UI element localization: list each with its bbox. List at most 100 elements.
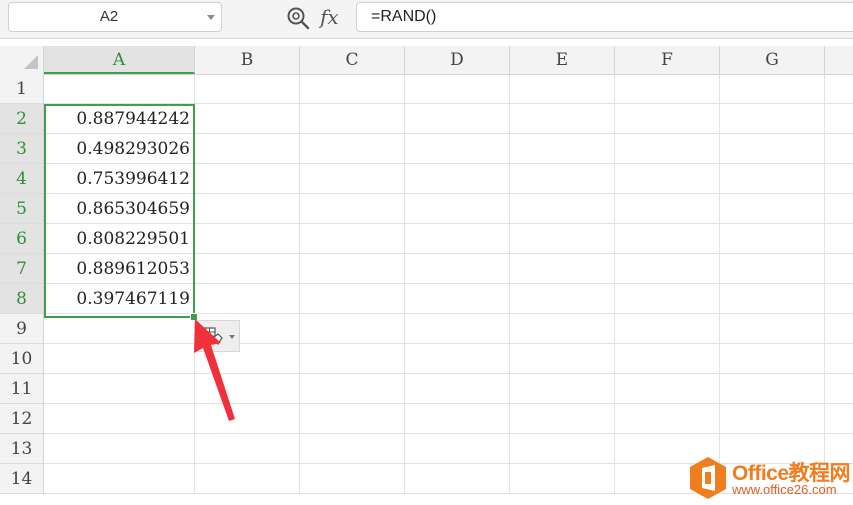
- row-header-2[interactable]: 2: [0, 104, 44, 134]
- cell-g1[interactable]: [720, 74, 825, 104]
- row-header-3[interactable]: 3: [0, 134, 44, 164]
- cell-d3[interactable]: [405, 134, 510, 164]
- cell-e7[interactable]: [510, 254, 615, 284]
- row-header-5[interactable]: 5: [0, 194, 44, 224]
- cell-a14[interactable]: [44, 464, 195, 494]
- cell-d8[interactable]: [405, 284, 510, 314]
- cell-partial[interactable]: [825, 404, 853, 434]
- cell-partial[interactable]: [825, 314, 853, 344]
- cell-b8[interactable]: [195, 284, 300, 314]
- cell-a12[interactable]: [44, 404, 195, 434]
- cell-g6[interactable]: [720, 224, 825, 254]
- cell-d5[interactable]: [405, 194, 510, 224]
- cell-d2[interactable]: [405, 104, 510, 134]
- column-header-b[interactable]: B: [195, 46, 300, 74]
- cell-d7[interactable]: [405, 254, 510, 284]
- formula-input[interactable]: =RAND(): [356, 2, 853, 32]
- cell-c3[interactable]: [300, 134, 405, 164]
- cell-d14[interactable]: [405, 464, 510, 494]
- cell-e10[interactable]: [510, 344, 615, 374]
- cell-c12[interactable]: [300, 404, 405, 434]
- cell-d4[interactable]: [405, 164, 510, 194]
- row-header-13[interactable]: 13: [0, 434, 44, 464]
- cell-g3[interactable]: [720, 134, 825, 164]
- cell-a1[interactable]: [44, 74, 195, 104]
- column-header-a[interactable]: A: [44, 46, 195, 74]
- fx-icon[interactable]: fx: [320, 3, 339, 31]
- column-header-partial[interactable]: [825, 46, 853, 74]
- column-header-d[interactable]: D: [405, 46, 510, 74]
- row-header-4[interactable]: 4: [0, 164, 44, 194]
- cell-c7[interactable]: [300, 254, 405, 284]
- cell-d11[interactable]: [405, 374, 510, 404]
- cell-b6[interactable]: [195, 224, 300, 254]
- cell-e8[interactable]: [510, 284, 615, 314]
- cell-a13[interactable]: [44, 434, 195, 464]
- cell-f6[interactable]: [615, 224, 720, 254]
- cell-e6[interactable]: [510, 224, 615, 254]
- cell-c8[interactable]: [300, 284, 405, 314]
- row-header-8[interactable]: 8: [0, 284, 44, 314]
- cell-e1[interactable]: [510, 74, 615, 104]
- cell-c5[interactable]: [300, 194, 405, 224]
- cell-a5[interactable]: 0.865304659: [44, 194, 195, 224]
- cell-e13[interactable]: [510, 434, 615, 464]
- cell-g9[interactable]: [720, 314, 825, 344]
- row-header-14[interactable]: 14: [0, 464, 44, 494]
- cell-partial[interactable]: [825, 344, 853, 374]
- row-header-1[interactable]: 1: [0, 74, 44, 104]
- cell-g12[interactable]: [720, 404, 825, 434]
- cell-d1[interactable]: [405, 74, 510, 104]
- cell-partial[interactable]: [825, 284, 853, 314]
- column-header-g[interactable]: G: [720, 46, 825, 74]
- cell-e9[interactable]: [510, 314, 615, 344]
- column-header-f[interactable]: F: [615, 46, 720, 74]
- cell-partial[interactable]: [825, 74, 853, 104]
- cell-e12[interactable]: [510, 404, 615, 434]
- column-header-c[interactable]: C: [300, 46, 405, 74]
- cell-c6[interactable]: [300, 224, 405, 254]
- cell-a9[interactable]: [44, 314, 195, 344]
- name-box[interactable]: A2: [8, 2, 222, 32]
- cell-g8[interactable]: [720, 284, 825, 314]
- cell-e3[interactable]: [510, 134, 615, 164]
- cell-f2[interactable]: [615, 104, 720, 134]
- cell-c9[interactable]: [300, 314, 405, 344]
- cell-c13[interactable]: [300, 434, 405, 464]
- cell-c1[interactable]: [300, 74, 405, 104]
- cell-partial[interactable]: [825, 194, 853, 224]
- cell-e5[interactable]: [510, 194, 615, 224]
- cell-f11[interactable]: [615, 374, 720, 404]
- cell-a6[interactable]: 0.808229501: [44, 224, 195, 254]
- cell-f4[interactable]: [615, 164, 720, 194]
- cell-e4[interactable]: [510, 164, 615, 194]
- cell-partial[interactable]: [825, 374, 853, 404]
- cell-f10[interactable]: [615, 344, 720, 374]
- row-header-7[interactable]: 7: [0, 254, 44, 284]
- cell-a8[interactable]: 0.397467119: [44, 284, 195, 314]
- cell-partial[interactable]: [825, 164, 853, 194]
- cell-b7[interactable]: [195, 254, 300, 284]
- cell-f8[interactable]: [615, 284, 720, 314]
- row-header-10[interactable]: 10: [0, 344, 44, 374]
- row-header-9[interactable]: 9: [0, 314, 44, 344]
- cell-g5[interactable]: [720, 194, 825, 224]
- cell-f7[interactable]: [615, 254, 720, 284]
- cell-c14[interactable]: [300, 464, 405, 494]
- cell-f5[interactable]: [615, 194, 720, 224]
- cell-d13[interactable]: [405, 434, 510, 464]
- cell-b13[interactable]: [195, 434, 300, 464]
- cell-f9[interactable]: [615, 314, 720, 344]
- cell-g4[interactable]: [720, 164, 825, 194]
- cell-c4[interactable]: [300, 164, 405, 194]
- cell-g11[interactable]: [720, 374, 825, 404]
- cell-f1[interactable]: [615, 74, 720, 104]
- cell-e14[interactable]: [510, 464, 615, 494]
- cell-b4[interactable]: [195, 164, 300, 194]
- cell-d10[interactable]: [405, 344, 510, 374]
- cell-f3[interactable]: [615, 134, 720, 164]
- cell-c11[interactable]: [300, 374, 405, 404]
- cell-a2[interactable]: 0.887944242: [44, 104, 195, 134]
- row-header-6[interactable]: 6: [0, 224, 44, 254]
- cell-a3[interactable]: 0.498293026: [44, 134, 195, 164]
